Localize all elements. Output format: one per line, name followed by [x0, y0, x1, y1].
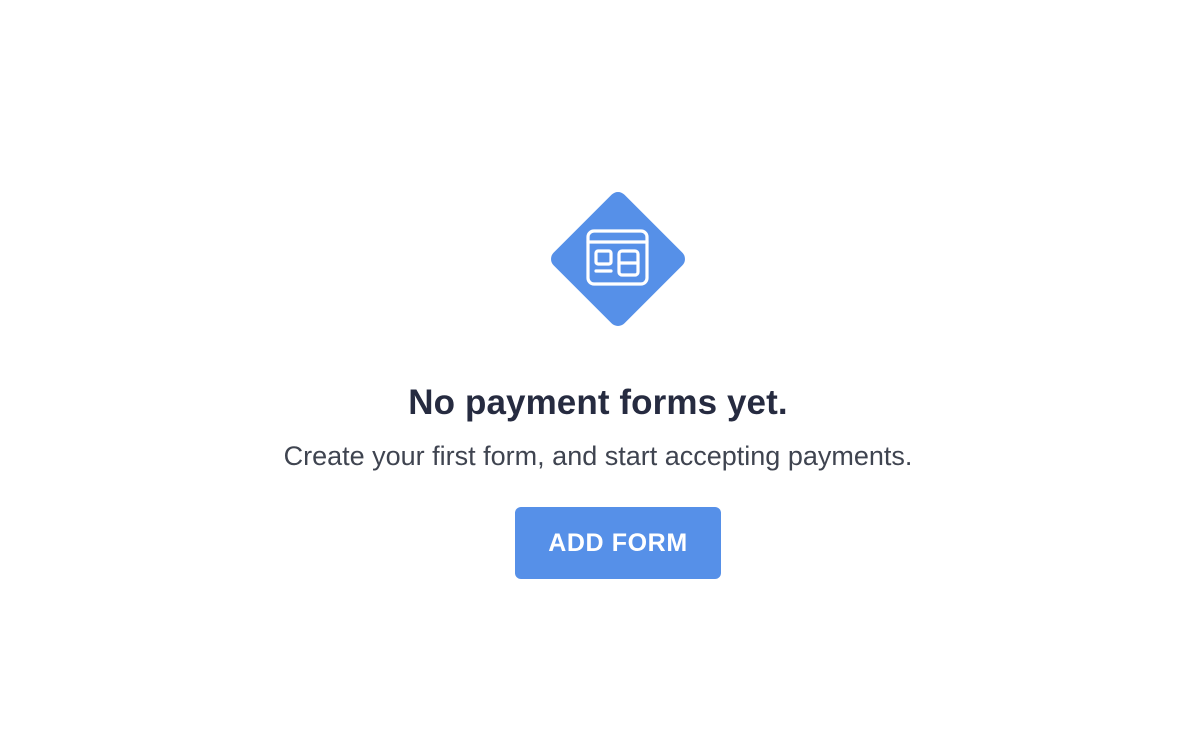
empty-state-description: Create your first form, and start accept… — [283, 441, 913, 471]
form-layout-icon — [541, 182, 695, 336]
add-form-button[interactable]: ADD FORM — [515, 507, 721, 579]
empty-state-title: No payment forms yet. — [408, 383, 788, 422]
empty-state: No payment forms yet. Create your first … — [0, 0, 1196, 756]
